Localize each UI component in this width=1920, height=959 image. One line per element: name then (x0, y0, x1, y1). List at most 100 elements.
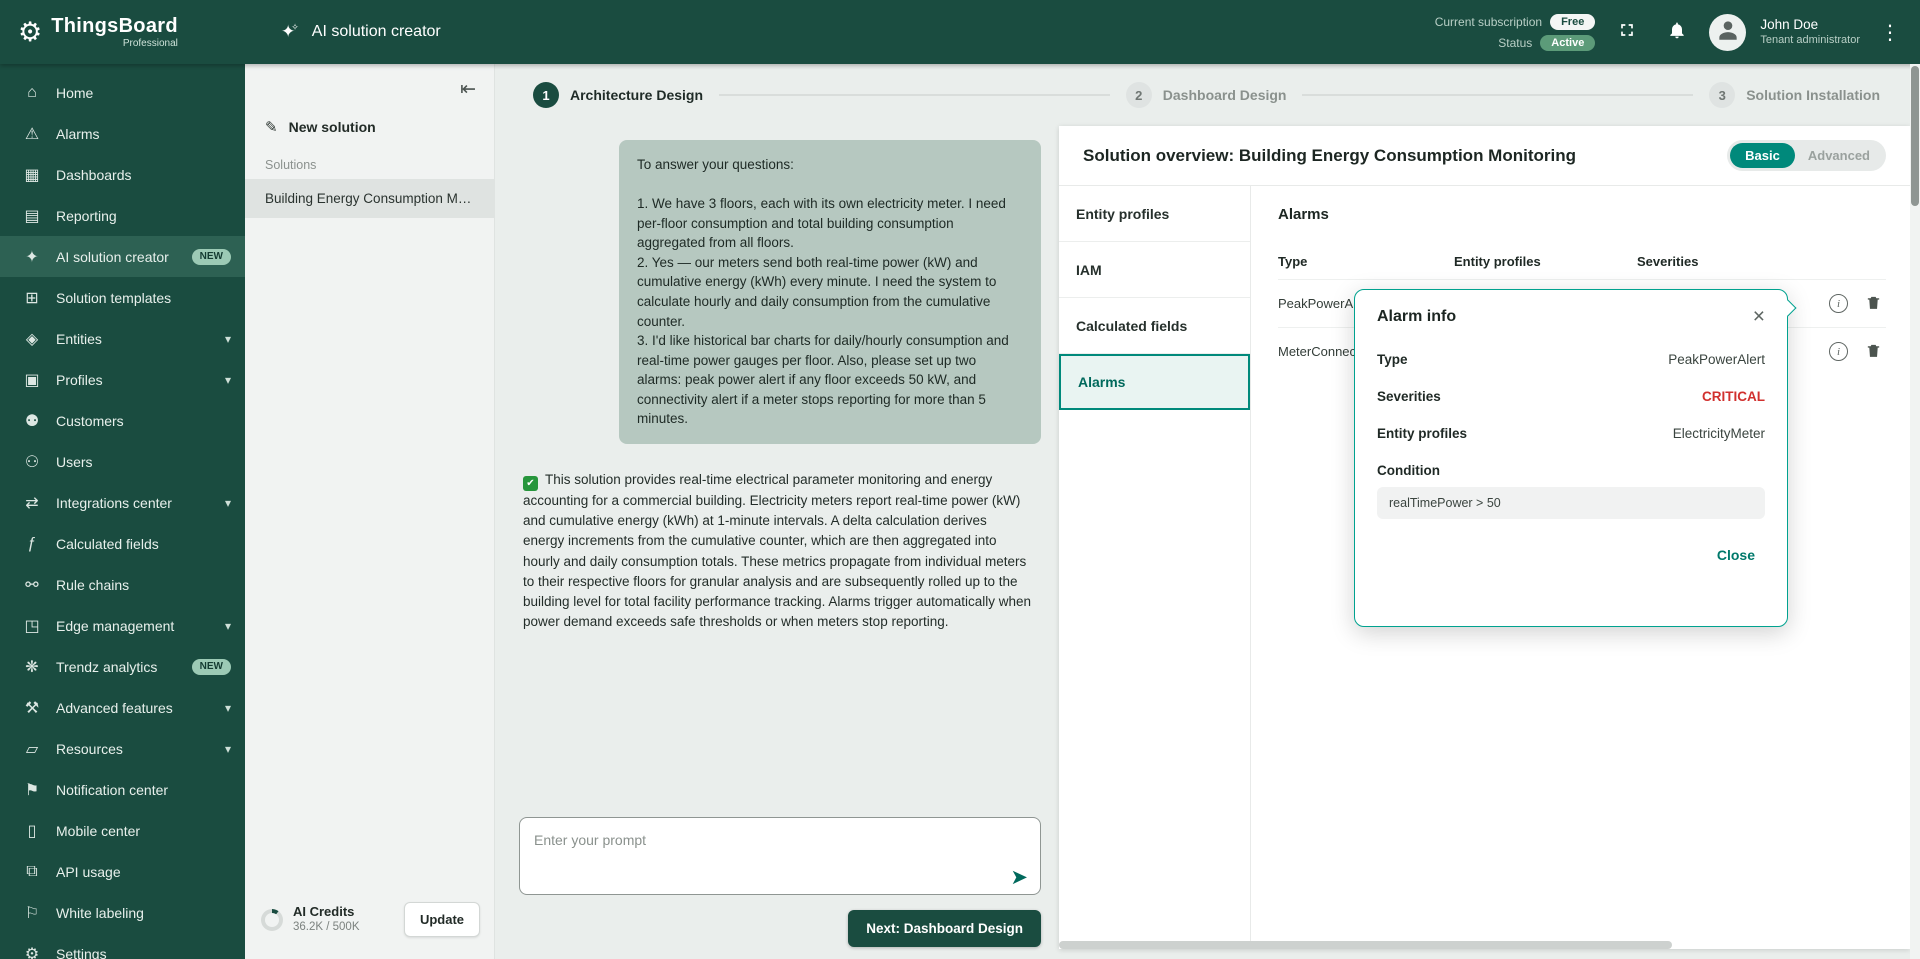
popover-field-entity-profiles: Entity profiles ElectricityMeter (1377, 415, 1765, 452)
home-icon: ⌂ (22, 84, 42, 102)
page-scrollbar-thumb[interactable] (1911, 66, 1919, 206)
step-dashboard-design[interactable]: 2 Dashboard Design (1126, 82, 1287, 108)
sidebar-item-resources[interactable]: ▱ Resources ▾ (0, 728, 245, 769)
status-label: Status (1498, 36, 1532, 50)
send-button[interactable]: ➤ (1010, 867, 1028, 888)
subscription-status-block: Current subscription Free Status Active (1435, 14, 1596, 51)
integrations-icon: ⇄ (22, 493, 42, 513)
sidebar-item-advanced-features[interactable]: ⚒ Advanced features ▾ (0, 687, 245, 728)
sidebar-item-trendz-analytics[interactable]: ❋ Trendz analytics NEW (0, 646, 245, 687)
sparkle-icon: ✦✧ (281, 22, 303, 42)
collapse-panel-button[interactable]: ⇤ (460, 78, 476, 101)
sidebar-item-white-labeling[interactable]: ⚐ White labeling (0, 892, 245, 933)
notifications-button[interactable] (1659, 14, 1695, 50)
solutions-panel: ⇤ ✎ New solution Solutions Building Ener… (245, 64, 495, 959)
sidebar-item-reporting[interactable]: ▤ Reporting (0, 195, 245, 236)
tab-entity-profiles[interactable]: Entity profiles (1059, 186, 1250, 242)
advanced-mode-button[interactable]: Advanced (1795, 143, 1883, 168)
solution-list-item[interactable]: Building Energy Consumption Monitoring (245, 179, 494, 218)
popover-field-type: Type PeakPowerAlert (1377, 341, 1765, 378)
trash-icon (1865, 294, 1882, 314)
sidebar-item-edge-management[interactable]: ◳ Edge management ▾ (0, 605, 245, 646)
popover-field-severities: Severities CRITICAL (1377, 378, 1765, 415)
users-icon: ⚇ (22, 452, 42, 472)
templates-icon: ⊞ (22, 288, 42, 308)
overflow-menu-button[interactable]: ⋮ (1874, 20, 1906, 45)
customers-icon: ⚉ (22, 411, 42, 431)
main-sidebar: ⌂ Home ⚠ Alarms ▦ Dashboards ▤ Reporting… (0, 64, 245, 959)
user-role: Tenant administrator (1760, 34, 1860, 48)
prompt-input-wrapper: ➤ (519, 817, 1041, 895)
tab-iam[interactable]: IAM (1059, 242, 1250, 298)
send-icon: ➤ (1010, 866, 1028, 889)
new-solution-button[interactable]: ✎ New solution (245, 103, 494, 149)
sidebar-item-alarms[interactable]: ⚠ Alarms (0, 113, 245, 154)
alarms-table-header: Type Entity profiles Severities (1278, 242, 1886, 279)
alarm-info-popover: Alarm info × Type PeakPowerAlert Severit… (1354, 289, 1788, 627)
credits-value: 36.2K / 500K (293, 920, 360, 935)
popover-close-button[interactable]: Close (1707, 539, 1765, 571)
sidebar-item-dashboards[interactable]: ▦ Dashboards (0, 154, 245, 195)
kebab-icon: ⋮ (1880, 22, 1900, 44)
credits-progress-icon (261, 909, 283, 931)
step-architecture-design[interactable]: 1 Architecture Design (533, 82, 703, 108)
stepper-connector (719, 94, 1110, 96)
tab-calculated-fields[interactable]: Calculated fields (1059, 298, 1250, 354)
brand-edition: Professional (123, 39, 178, 49)
sidebar-item-solution-templates[interactable]: ⊞ Solution templates (0, 277, 245, 318)
gear-icon: ⚙ (22, 944, 42, 959)
sidebar-item-integrations-center[interactable]: ⇄ Integrations center ▾ (0, 482, 245, 523)
trash-icon (1865, 342, 1882, 362)
solution-overview-panel: Solution overview: Building Energy Consu… (1059, 126, 1910, 949)
mobile-icon: ▯ (22, 821, 42, 841)
sidebar-item-notification-center[interactable]: ⚑ Notification center (0, 769, 245, 810)
delete-alarm-button[interactable] (1865, 294, 1882, 314)
alarms-section-title: Alarms (1278, 186, 1886, 242)
sidebar-item-rule-chains[interactable]: ⚯ Rule chains (0, 564, 245, 605)
brand-logo[interactable]: ⚙ ThingsBoard Professional (0, 16, 245, 49)
sidebar-item-entities[interactable]: ◈ Entities ▾ (0, 318, 245, 359)
sidebar-item-calculated-fields[interactable]: ƒ Calculated fields (0, 523, 245, 564)
chevron-down-icon: ▾ (225, 742, 231, 756)
flag-icon: ⚑ (22, 780, 42, 800)
sidebar-item-api-usage[interactable]: ⧉ API usage (0, 851, 245, 892)
alarm-info-button[interactable]: i (1829, 294, 1848, 313)
update-credits-button[interactable]: Update (404, 902, 480, 937)
top-header: ⚙ ThingsBoard Professional ✦✧ AI solutio… (0, 0, 1920, 64)
bell-icon (1667, 20, 1687, 45)
popover-title: Alarm info (1377, 308, 1456, 326)
tab-alarms[interactable]: Alarms (1059, 354, 1250, 410)
sidebar-item-home[interactable]: ⌂ Home (0, 72, 245, 113)
step-solution-installation[interactable]: 3 Solution Installation (1709, 82, 1880, 108)
condition-label: Condition (1377, 463, 1765, 478)
sidebar-item-profiles[interactable]: ▣ Profiles ▾ (0, 359, 245, 400)
condition-expression: realTimePower > 50 (1377, 487, 1765, 519)
sidebar-item-customers[interactable]: ⚉ Customers (0, 400, 245, 441)
new-badge: NEW (192, 659, 231, 675)
delete-alarm-button[interactable] (1865, 342, 1882, 362)
overview-tabs: Entity profiles IAM Calculated fields Al… (1059, 186, 1251, 949)
dashboards-icon: ▦ (22, 165, 42, 185)
avatar[interactable] (1709, 14, 1746, 51)
collapse-icon: ⇤ (460, 79, 476, 100)
basic-mode-button[interactable]: Basic (1730, 143, 1795, 168)
horizontal-scrollbar-thumb[interactable] (1059, 941, 1672, 949)
prompt-input[interactable] (520, 818, 1040, 894)
fullscreen-icon (1617, 20, 1637, 45)
status-badge: Active (1540, 35, 1595, 51)
api-icon: ⧉ (22, 863, 42, 881)
credits-label: AI Credits (293, 904, 360, 921)
sidebar-item-mobile-center[interactable]: ▯ Mobile center (0, 810, 245, 851)
fullscreen-button[interactable] (1609, 14, 1645, 50)
step-number: 1 (533, 82, 559, 108)
sidebar-item-settings[interactable]: ⚙ Settings (0, 933, 245, 959)
user-message-bubble: To answer your questions: 1. We have 3 f… (619, 140, 1041, 444)
chevron-down-icon: ▾ (225, 701, 231, 715)
brand-name: ThingsBoard (51, 16, 178, 36)
next-dashboard-design-button[interactable]: Next: Dashboard Design (848, 910, 1041, 947)
close-icon[interactable]: × (1753, 306, 1765, 327)
alarm-info-button[interactable]: i (1829, 342, 1848, 361)
sidebar-item-users[interactable]: ⚇ Users (0, 441, 245, 482)
sidebar-item-ai-solution-creator[interactable]: ✦ AI solution creator NEW (0, 236, 245, 277)
chevron-down-icon: ▾ (225, 496, 231, 510)
